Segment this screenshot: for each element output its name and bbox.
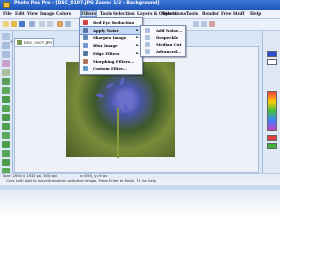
status-size: Size: 2000 x 1532 px, 300 dpi bbox=[3, 174, 57, 178]
menu-selections[interactable]: Selections bbox=[162, 11, 186, 16]
custom-filter-icon bbox=[83, 66, 88, 71]
advanced-icon bbox=[145, 49, 150, 54]
menu-item-edge-filters[interactable]: Edge Filters ► bbox=[80, 50, 142, 57]
despeckle-icon bbox=[145, 35, 150, 40]
menu-colors[interactable]: Colors bbox=[56, 11, 71, 16]
menu-tools-2[interactable]: Tools bbox=[186, 11, 198, 16]
toolbox bbox=[0, 31, 13, 179]
copy-icon[interactable] bbox=[65, 21, 71, 27]
red-swatch[interactable] bbox=[267, 135, 277, 141]
eraser-tool-icon[interactable] bbox=[2, 105, 10, 112]
filters-menu: Red Eye Reduction Apply Noise ► Sharpen … bbox=[79, 17, 143, 75]
noise-icon bbox=[83, 28, 88, 33]
close-document-icon[interactable]: × bbox=[10, 39, 13, 44]
select-tool-icon[interactable] bbox=[2, 42, 10, 49]
hint-text: Click Left/ Add to move/transform select… bbox=[6, 179, 156, 183]
crop-tool-icon[interactable] bbox=[2, 69, 10, 76]
menu-free-stuff[interactable]: Free Stuff bbox=[221, 11, 244, 16]
menu-image[interactable]: Image bbox=[40, 11, 55, 16]
move-tool-icon[interactable] bbox=[2, 33, 10, 40]
help-icon[interactable] bbox=[209, 21, 215, 27]
blur-icon bbox=[83, 43, 88, 48]
zoom-tool-icon[interactable] bbox=[2, 159, 10, 166]
brush-tool-icon[interactable] bbox=[2, 78, 10, 85]
submenu-arrow-icon: ► bbox=[136, 43, 139, 47]
menu-item-add-noise[interactable]: Add Noise... bbox=[141, 27, 185, 34]
document-tab[interactable]: DSC_0107.JPG bbox=[14, 38, 54, 46]
lasso-tool-icon[interactable] bbox=[2, 51, 10, 58]
menu-view[interactable]: View bbox=[27, 11, 38, 16]
clone-tool-icon[interactable] bbox=[2, 96, 10, 103]
save-icon[interactable] bbox=[19, 21, 25, 27]
flower-stem bbox=[117, 108, 119, 158]
apply-noise-submenu: Add Noise... Despeckle Median Cut Advanc… bbox=[140, 25, 186, 57]
shape-tool-icon[interactable] bbox=[2, 141, 10, 148]
window-title: Photo Pos Pro - [DSC_0107.JPG Zoom: 1/2 … bbox=[14, 1, 160, 6]
gradient-tool-icon[interactable] bbox=[2, 123, 10, 130]
open-icon[interactable] bbox=[11, 21, 17, 27]
menu-file[interactable]: File bbox=[3, 11, 12, 16]
submenu-arrow-icon: ► bbox=[136, 28, 139, 32]
title-bar: Photo Pos Pro - [DSC_0107.JPG Zoom: 1/2 … bbox=[0, 0, 280, 10]
menu-edit[interactable]: Edit bbox=[15, 11, 25, 16]
fill-tool-icon[interactable] bbox=[2, 114, 10, 121]
color-spectrum[interactable] bbox=[267, 91, 277, 131]
menu-help[interactable]: Help bbox=[250, 11, 261, 16]
eyedropper-tool-icon[interactable] bbox=[2, 150, 10, 157]
add-noise-icon bbox=[145, 28, 150, 33]
magic-wand-icon[interactable] bbox=[2, 60, 10, 67]
text-tool-icon[interactable] bbox=[2, 132, 10, 139]
menu-item-advanced[interactable]: Advanced... bbox=[141, 48, 185, 55]
color-panel bbox=[262, 31, 280, 179]
menu-item-sharpen-image[interactable]: Sharpen Image ► bbox=[80, 34, 142, 41]
zoom-out-icon[interactable] bbox=[201, 21, 207, 27]
zoom-in-icon[interactable] bbox=[193, 21, 199, 27]
red-eye-icon bbox=[83, 20, 88, 25]
menu-item-custom-filter[interactable]: Custom Filter... bbox=[80, 65, 142, 72]
pencil-tool-icon[interactable] bbox=[2, 87, 10, 94]
sharpen-icon bbox=[83, 35, 88, 40]
redo-icon[interactable] bbox=[47, 21, 53, 27]
menu-item-median-cut[interactable]: Median Cut bbox=[141, 41, 185, 48]
cut-icon[interactable] bbox=[57, 21, 63, 27]
menu-filters[interactable]: Filters bbox=[79, 10, 98, 17]
menu-item-despeckle[interactable]: Despeckle bbox=[141, 34, 185, 41]
edge-icon bbox=[83, 51, 88, 56]
print-icon[interactable] bbox=[29, 21, 35, 27]
menu-item-apply-noise[interactable]: Apply Noise ► bbox=[79, 26, 143, 35]
menu-item-red-eye-reduction[interactable]: Red Eye Reduction bbox=[80, 19, 142, 26]
undo-icon[interactable] bbox=[39, 21, 45, 27]
image-file-icon bbox=[17, 40, 22, 45]
menu-item-morphing-filters[interactable]: Morphing Filters... bbox=[80, 58, 142, 65]
window-reflection bbox=[0, 190, 280, 218]
morph-icon bbox=[83, 59, 88, 64]
new-icon[interactable] bbox=[3, 21, 9, 27]
submenu-arrow-icon: ► bbox=[136, 51, 139, 55]
document-tab-label: DSC_0107.JPG bbox=[24, 40, 53, 45]
menu-item-blur-image[interactable]: Blur Image ► bbox=[80, 42, 142, 49]
submenu-arrow-icon: ► bbox=[136, 35, 139, 39]
menu-selection[interactable]: Selection bbox=[113, 11, 135, 16]
background-color-swatch[interactable] bbox=[267, 59, 277, 65]
app-logo-icon bbox=[3, 2, 10, 8]
median-cut-icon bbox=[145, 42, 150, 47]
status-coords: x=555, y=9 px bbox=[80, 174, 108, 178]
foreground-color-swatch[interactable] bbox=[267, 51, 277, 57]
menu-tools[interactable]: Tools bbox=[100, 11, 112, 16]
app-window: Photo Pos Pro - [DSC_0107.JPG Zoom: 1/2 … bbox=[0, 0, 280, 190]
photo-image[interactable] bbox=[66, 62, 175, 157]
menu-render[interactable]: Render bbox=[202, 11, 219, 16]
green-swatch[interactable] bbox=[267, 143, 277, 149]
